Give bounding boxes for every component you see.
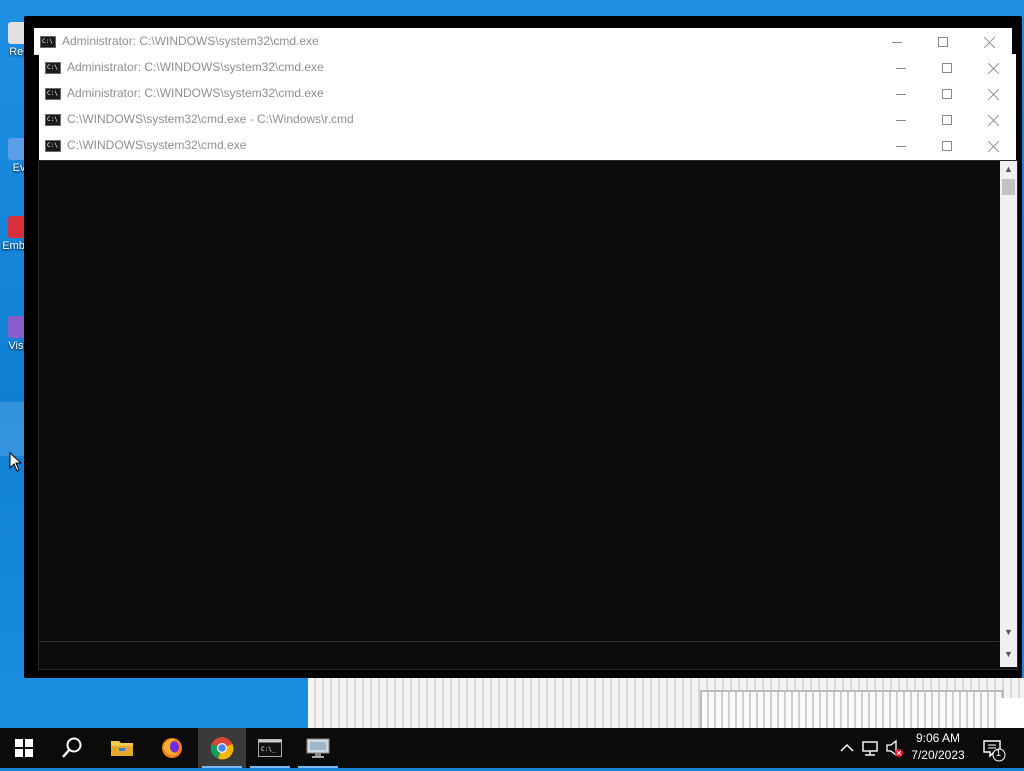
network-status[interactable]: [860, 728, 882, 768]
network-icon: [862, 741, 878, 756]
notification-count: 1: [996, 748, 1002, 758]
console-input-area[interactable]: [39, 641, 999, 668]
notification-icon: [983, 740, 1006, 762]
taskbar-cmd[interactable]: C:\_: [246, 728, 294, 768]
taskbar: C:\_ 9:06 AM 7/20/2023 1: [0, 728, 1024, 768]
maximize-icon: [942, 89, 952, 100]
scroll-down-icon[interactable]: ▼: [1000, 641, 1017, 667]
cmd-window-2-titlebar[interactable]: Administrator: C:\WINDOWS\system32\cmd.e…: [39, 54, 1016, 81]
cmd-window-3-titlebar[interactable]: Administrator: C:\WINDOWS\system32\cmd.e…: [39, 80, 1016, 107]
maximize-button[interactable]: [920, 28, 966, 54]
maximize-button[interactable]: [924, 106, 970, 132]
monitor-icon: [306, 738, 330, 758]
cmd-icon: [45, 81, 61, 107]
minimize-button[interactable]: [878, 54, 924, 80]
cmd-window-1-titlebar[interactable]: Administrator: C:\WINDOWS\system32\cmd.e…: [34, 28, 1012, 55]
close-button[interactable]: [970, 106, 1016, 132]
clock-time: 9:06 AM: [915, 731, 961, 745]
console-output[interactable]: [39, 161, 999, 641]
taskbar-file-explorer[interactable]: [98, 728, 146, 768]
chrome-icon: [210, 737, 234, 760]
close-icon: [988, 141, 999, 152]
tray-overflow-button[interactable]: [838, 728, 856, 768]
minimize-icon: [896, 119, 906, 121]
background-window-corner: [1000, 698, 1024, 728]
maximize-button[interactable]: [924, 54, 970, 80]
maximize-icon: [942, 63, 952, 74]
minimize-button[interactable]: [878, 132, 924, 158]
maximize-icon: [942, 115, 952, 126]
minimize-icon: [896, 93, 906, 95]
window-title: Administrator: C:\WINDOWS\system32\cmd.e…: [62, 34, 319, 48]
cmd-window-4-titlebar[interactable]: C:\WINDOWS\system32\cmd.exe - C:\Windows…: [39, 106, 1016, 133]
console-window[interactable]: ▲ ▼ ▼: [38, 160, 1018, 670]
folder-icon: [111, 741, 133, 756]
taskbar-chrome[interactable]: [198, 728, 246, 768]
maximize-button[interactable]: [924, 80, 970, 106]
firefox-icon: [162, 738, 182, 758]
minimize-button[interactable]: [878, 80, 924, 106]
start-button[interactable]: [0, 728, 48, 768]
svg-text:C:\_: C:\_: [261, 746, 276, 753]
minimize-button[interactable]: [878, 106, 924, 132]
taskbar-control-panel[interactable]: [294, 728, 342, 768]
scroll-up-icon[interactable]: ▲: [1000, 161, 1017, 178]
close-icon: [988, 89, 999, 100]
search-button[interactable]: [48, 728, 96, 768]
vertical-scrollbar[interactable]: ▲ ▼: [1000, 161, 1017, 641]
cmd-window-5-titlebar[interactable]: C:\WINDOWS\system32\cmd.exe: [39, 132, 1016, 161]
mouse-cursor-icon: [9, 452, 23, 472]
maximize-icon: [938, 37, 948, 48]
close-icon: [988, 63, 999, 74]
clock-date: 7/20/2023: [911, 748, 965, 762]
windows-logo-icon: [15, 739, 33, 757]
minimize-icon: [892, 41, 902, 43]
scroll-down-icon[interactable]: ▼: [1000, 624, 1017, 641]
minimize-button[interactable]: [874, 28, 920, 54]
close-button[interactable]: [970, 80, 1016, 106]
window-title: Administrator: C:\WINDOWS\system32\cmd.e…: [67, 60, 324, 74]
window-title: Administrator: C:\WINDOWS\system32\cmd.e…: [67, 86, 324, 100]
cmd-icon: [45, 55, 61, 81]
background-window-panel: [700, 690, 1004, 732]
minimize-icon: [896, 145, 906, 147]
cmd-icon: [45, 133, 61, 159]
close-icon: [988, 115, 999, 126]
close-button[interactable]: [970, 132, 1016, 158]
chevron-up-icon: [840, 743, 854, 752]
close-button[interactable]: [966, 28, 1012, 54]
close-icon: [984, 37, 995, 48]
maximize-button[interactable]: [924, 132, 970, 158]
action-center-button[interactable]: 1: [980, 728, 1010, 768]
search-icon: [62, 737, 82, 758]
maximize-icon: [942, 141, 952, 152]
cmd-icon: C:\_: [258, 739, 282, 757]
cmd-icon: [45, 107, 61, 133]
scroll-thumb[interactable]: [1002, 179, 1015, 195]
window-title: C:\WINDOWS\system32\cmd.exe - C:\Windows…: [67, 112, 354, 126]
window-title: C:\WINDOWS\system32\cmd.exe: [67, 138, 247, 152]
taskbar-firefox[interactable]: [148, 728, 196, 768]
clock[interactable]: 9:06 AM 7/20/2023: [900, 730, 976, 764]
cmd-icon: [40, 29, 56, 55]
close-button[interactable]: [970, 54, 1016, 80]
minimize-icon: [896, 67, 906, 69]
